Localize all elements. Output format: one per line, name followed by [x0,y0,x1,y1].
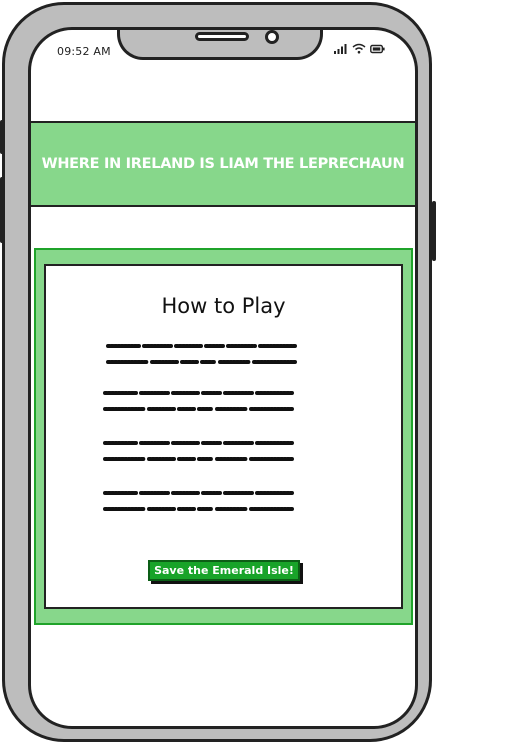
phone-frame: 09:52 AM WHERE IN IRELAND IS LIAM THE LE… [0,2,436,742]
placeholder-text-paragraph-4 [103,491,294,511]
speaker-icon [195,32,249,41]
how-to-play-card: How to Play Save the Emerald Isle! [44,264,403,609]
status-icons [334,43,385,54]
wifi-icon [352,43,366,54]
notch [117,30,323,60]
header-bar: WHERE IN IRELAND IS LIAM THE LEPRECHAUN [31,121,415,207]
placeholder-text-paragraph-2 [103,391,294,411]
volume-down-button [0,177,4,243]
page-title: WHERE IN IRELAND IS LIAM THE LEPRECHAUN [41,156,405,172]
signal-icon [334,44,347,54]
phone-screen: 09:52 AM WHERE IN IRELAND IS LIAM THE LE… [28,27,418,729]
save-emerald-isle-button[interactable]: Save the Emerald Isle! [148,560,300,581]
camera-icon [265,30,279,44]
volume-up-button [0,120,4,154]
placeholder-text-paragraph-1 [106,344,297,364]
power-button [432,201,436,261]
how-to-play-panel: How to Play Save the Emerald Isle! [34,248,413,625]
battery-icon [370,44,385,53]
how-to-play-title: How to Play [161,294,286,318]
status-time: 09:52 AM [57,45,111,58]
placeholder-text-paragraph-3 [103,441,294,461]
